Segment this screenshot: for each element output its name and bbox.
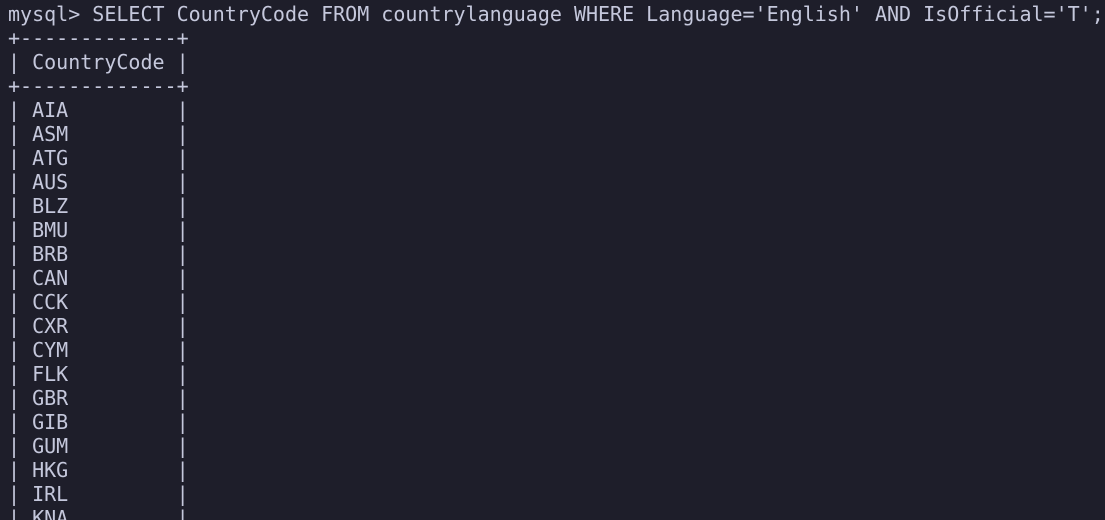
- mysql-prompt: mysql>: [8, 2, 93, 26]
- country-code-cell: GIB: [32, 410, 69, 434]
- table-row: | CCK |: [8, 290, 189, 314]
- result-rows: | AIA | | ASM | | ATG | | AUS | | BLZ | | BMU…: [8, 98, 1105, 520]
- table-row: | AIA |: [8, 98, 189, 122]
- table-row: | ATG |: [8, 146, 189, 170]
- country-code-cell: FLK: [32, 362, 69, 386]
- table-header-row: | CountryCode |: [8, 50, 189, 74]
- table-row: | BRB |: [8, 242, 189, 266]
- country-code-cell: CAN: [32, 266, 69, 290]
- country-code-cell: AIA: [32, 98, 69, 122]
- country-code-cell: GBR: [32, 386, 69, 410]
- column-header-countrycode: CountryCode: [32, 50, 165, 74]
- table-header-border: +-------------+: [8, 74, 189, 98]
- sql-command: SELECT CountryCode FROM countrylanguage …: [92, 2, 1104, 26]
- country-code-cell: HKG: [32, 458, 69, 482]
- table-row: | HKG |: [8, 458, 189, 482]
- country-code-cell: GUM: [32, 434, 69, 458]
- table-row: | CAN |: [8, 266, 189, 290]
- country-code-cell: AUS: [32, 170, 69, 194]
- table-row: | BMU |: [8, 218, 189, 242]
- table-row: | GBR |: [8, 386, 189, 410]
- country-code-cell: BMU: [32, 218, 69, 242]
- table-row: | GUM |: [8, 434, 189, 458]
- country-code-cell: BLZ: [32, 194, 69, 218]
- country-code-cell: IRL: [32, 482, 69, 506]
- country-code-cell: ASM: [32, 122, 69, 146]
- country-code-cell: CYM: [32, 338, 69, 362]
- table-row: | BLZ |: [8, 194, 189, 218]
- terminal-window[interactable]: mysql> SELECT CountryCode FROM countryla…: [0, 0, 1105, 520]
- table-row: | GIB |: [8, 410, 189, 434]
- table-row: | IRL |: [8, 482, 189, 506]
- country-code-cell: KNA: [32, 506, 69, 520]
- table-row: | CYM |: [8, 338, 189, 362]
- table-row: | CXR |: [8, 314, 189, 338]
- table-row: | KNA |: [8, 506, 1105, 520]
- table-row: | FLK |: [8, 362, 189, 386]
- table-row: | ASM |: [8, 122, 189, 146]
- table-top-border: +-------------+: [8, 26, 189, 50]
- table-row: | AUS |: [8, 170, 189, 194]
- command-line: mysql> SELECT CountryCode FROM countryla…: [8, 2, 1105, 26]
- country-code-cell: CCK: [32, 290, 69, 314]
- country-code-cell: CXR: [32, 314, 69, 338]
- country-code-cell: BRB: [32, 242, 69, 266]
- country-code-cell: ATG: [32, 146, 69, 170]
